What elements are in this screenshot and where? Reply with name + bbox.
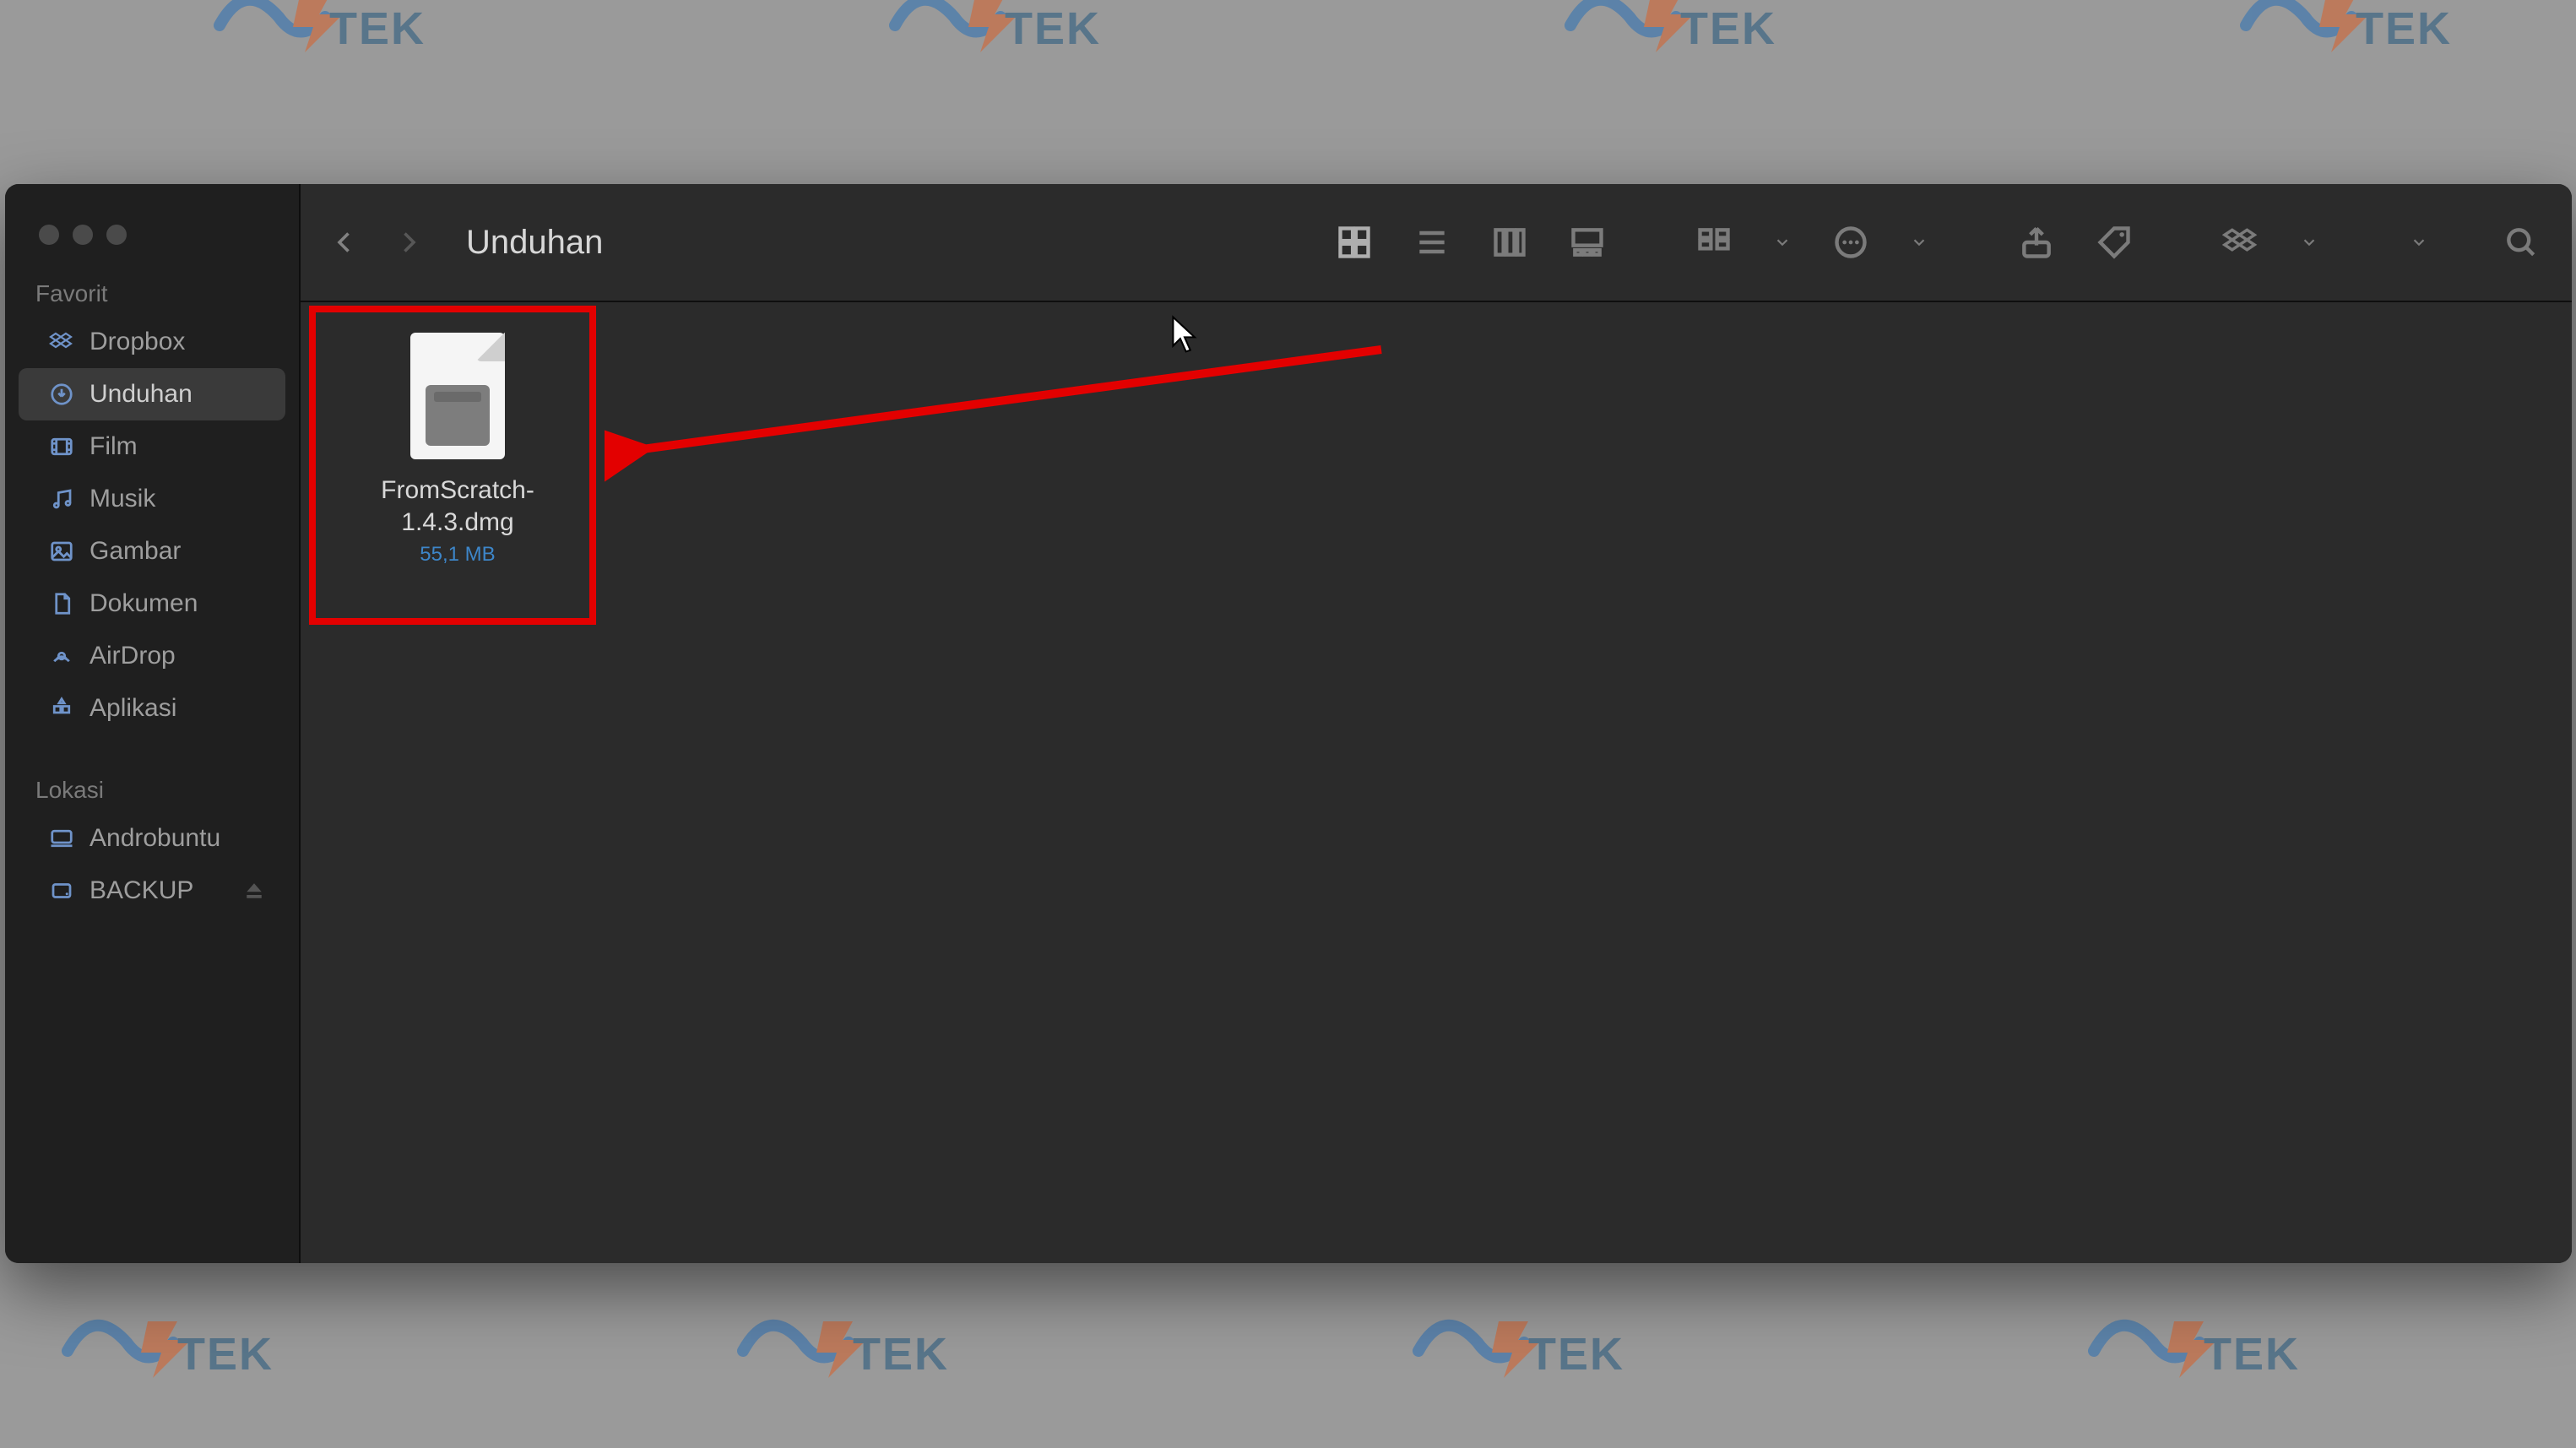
zoom-dot[interactable] (106, 225, 127, 245)
computer-icon (49, 826, 74, 851)
annotation-arrow (605, 316, 1407, 485)
svg-text:TEK: TEK (853, 1329, 949, 1380)
eject-icon[interactable] (241, 878, 267, 903)
disk-icon (49, 878, 74, 903)
sidebar-item-label: Film (89, 432, 138, 461)
finder-window: Favorit Dropbox Unduhan Film (5, 184, 2572, 1263)
sidebar-item-androbuntu[interactable]: Androbuntu (19, 812, 285, 865)
svg-text:TEK: TEK (2204, 1329, 2300, 1380)
sidebar-item-musik[interactable]: Musik (19, 473, 285, 525)
dropbox-icon (49, 329, 74, 355)
sidebar-item-dropbox[interactable]: Dropbox (19, 316, 285, 368)
tags-button[interactable] (2096, 224, 2133, 261)
window-controls (5, 201, 299, 275)
airdrop-icon (49, 643, 74, 669)
chevron-down-icon[interactable] (2410, 224, 2428, 261)
document-icon (49, 591, 74, 616)
svg-text:TEK: TEK (329, 3, 426, 54)
nav-back-button[interactable] (329, 227, 360, 258)
sidebar-item-label: Unduhan (89, 380, 193, 409)
film-icon (49, 434, 74, 459)
sidebar-item-label: Dropbox (89, 328, 185, 356)
svg-text:TEK: TEK (2356, 3, 2452, 54)
svg-text:TEK: TEK (1680, 3, 1776, 54)
view-gallery-button[interactable] (1569, 224, 1606, 261)
finder-main: Unduhan (301, 184, 2572, 1263)
dropbox-toolbar-button[interactable] (2222, 224, 2259, 261)
file-item[interactable]: FromScratch-1.4.3.dmg 55,1 MB (319, 311, 596, 582)
sidebar-item-unduhan[interactable]: Unduhan (19, 368, 285, 420)
nav-forward-button[interactable] (393, 227, 424, 258)
sidebar-item-label: Musik (89, 485, 155, 513)
view-icons-button[interactable] (1336, 224, 1373, 261)
sidebar-item-label: AirDrop (89, 642, 176, 670)
sidebar-item-label: Aplikasi (89, 694, 176, 723)
view-list-button[interactable] (1413, 224, 1451, 261)
sidebar: Favorit Dropbox Unduhan Film (5, 184, 301, 1263)
toolbar: Unduhan (301, 184, 2572, 302)
dmg-file-icon (410, 333, 505, 459)
min-dot[interactable] (73, 225, 93, 245)
image-icon (49, 539, 74, 564)
chevron-down-icon[interactable] (1773, 224, 1792, 261)
action-menu-button[interactable] (1832, 224, 1869, 261)
svg-text:TEK: TEK (177, 1329, 274, 1380)
view-mode-group (1336, 224, 1606, 261)
view-columns-button[interactable] (1491, 224, 1528, 261)
sidebar-item-label: Dokumen (89, 589, 198, 618)
group-by-button[interactable] (1695, 224, 1733, 261)
window-title: Unduhan (466, 224, 603, 262)
cursor-icon (1170, 314, 1199, 355)
sidebar-item-label: Gambar (89, 537, 181, 566)
sidebar-item-aplikasi[interactable]: Aplikasi (19, 682, 285, 735)
sidebar-item-airdrop[interactable]: AirDrop (19, 630, 285, 682)
svg-text:TEK: TEK (1005, 3, 1101, 54)
sidebar-item-film[interactable]: Film (19, 420, 285, 473)
search-button[interactable] (2503, 224, 2540, 261)
sidebar-item-dokumen[interactable]: Dokumen (19, 578, 285, 630)
apps-icon (49, 696, 74, 721)
sidebar-item-gambar[interactable]: Gambar (19, 525, 285, 578)
file-name: FromScratch-1.4.3.dmg (326, 475, 589, 538)
sidebar-section-favorit: Favorit (5, 275, 299, 316)
sidebar-item-label: BACKUP (89, 876, 193, 905)
share-button[interactable] (2018, 224, 2055, 261)
music-icon (49, 486, 74, 512)
chevron-down-icon[interactable] (1910, 224, 1928, 261)
svg-text:TEK: TEK (1528, 1329, 1624, 1380)
sidebar-section-lokasi: Lokasi (5, 772, 299, 812)
file-size: 55,1 MB (326, 543, 589, 567)
sidebar-item-backup[interactable]: BACKUP (19, 865, 285, 917)
file-area[interactable]: FromScratch-1.4.3.dmg 55,1 MB (301, 302, 2572, 1263)
download-icon (49, 382, 74, 407)
close-dot[interactable] (39, 225, 59, 245)
chevron-down-icon[interactable] (2300, 224, 2318, 261)
sidebar-item-label: Androbuntu (89, 824, 220, 853)
